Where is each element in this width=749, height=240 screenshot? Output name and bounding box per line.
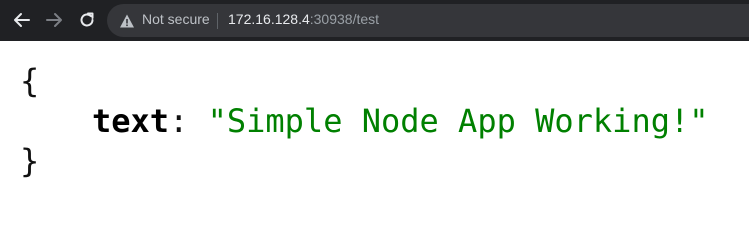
back-arrow-icon	[14, 13, 30, 27]
back-button[interactable]	[12, 10, 32, 30]
browser-toolbar: Not secure 172.16.128.4:30938/test	[0, 0, 749, 41]
json-value: "Simple Node App Working!"	[207, 102, 709, 140]
open-brace: {	[20, 62, 40, 100]
json-entry: text: "Simple Node App Working!"	[92, 101, 709, 141]
forward-arrow-icon	[46, 13, 62, 27]
not-secure-label[interactable]: Not secure	[142, 11, 210, 27]
close-brace: }	[20, 142, 40, 180]
reload-icon	[80, 12, 94, 27]
forward-button[interactable]	[44, 10, 64, 30]
url-path: :30938/test	[309, 11, 380, 27]
address-divider	[217, 13, 218, 29]
json-colon: :	[169, 102, 208, 140]
json-key: text	[92, 102, 170, 140]
json-response-view: { text: "Simple Node App Working!" }	[0, 41, 749, 205]
url-text[interactable]: 172.16.128.4:30938/test	[228, 11, 379, 27]
warning-triangle-icon[interactable]	[119, 13, 135, 29]
address-bar[interactable]: Not secure 172.16.128.4:30938/test	[107, 4, 749, 37]
reload-button[interactable]	[77, 10, 97, 30]
url-host: 172.16.128.4	[228, 11, 310, 27]
